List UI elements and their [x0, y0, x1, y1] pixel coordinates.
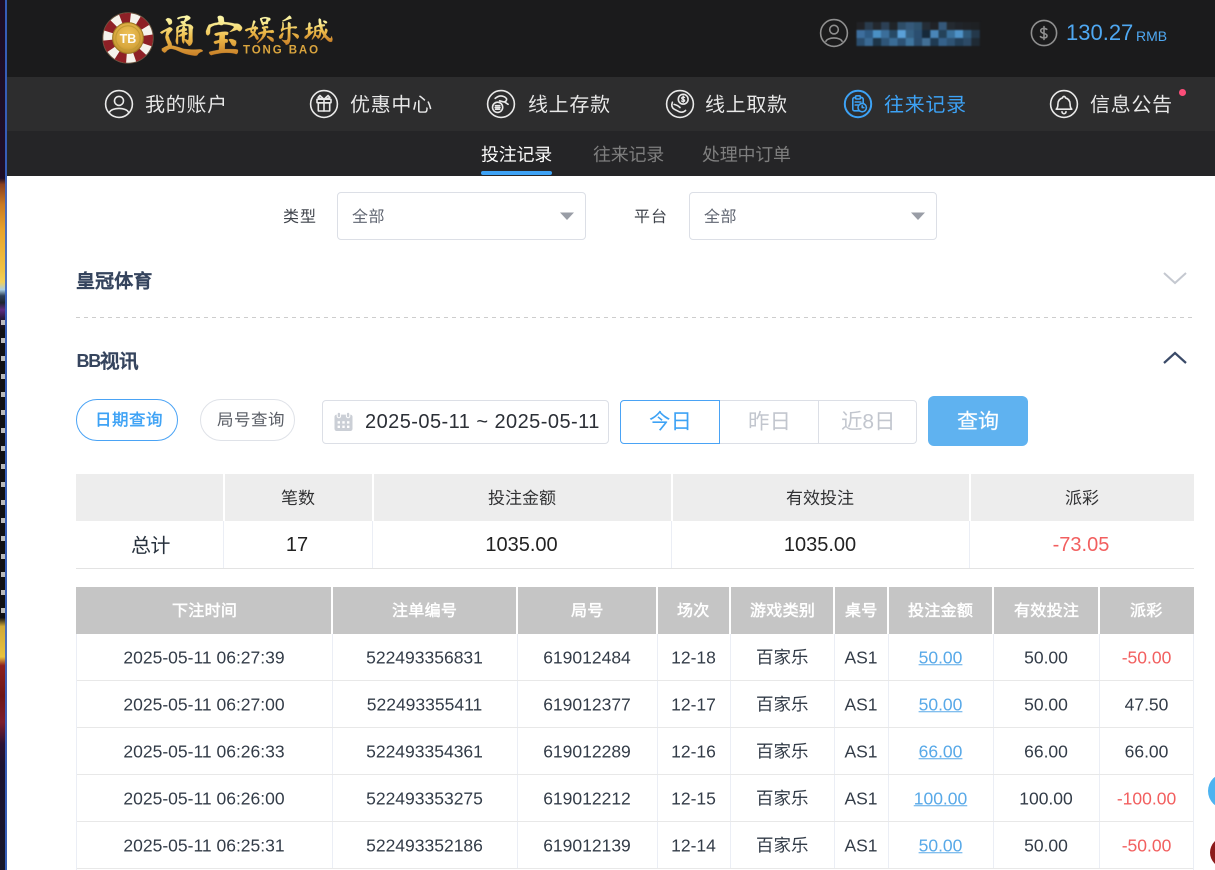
- svg-text:TB: TB: [120, 32, 137, 46]
